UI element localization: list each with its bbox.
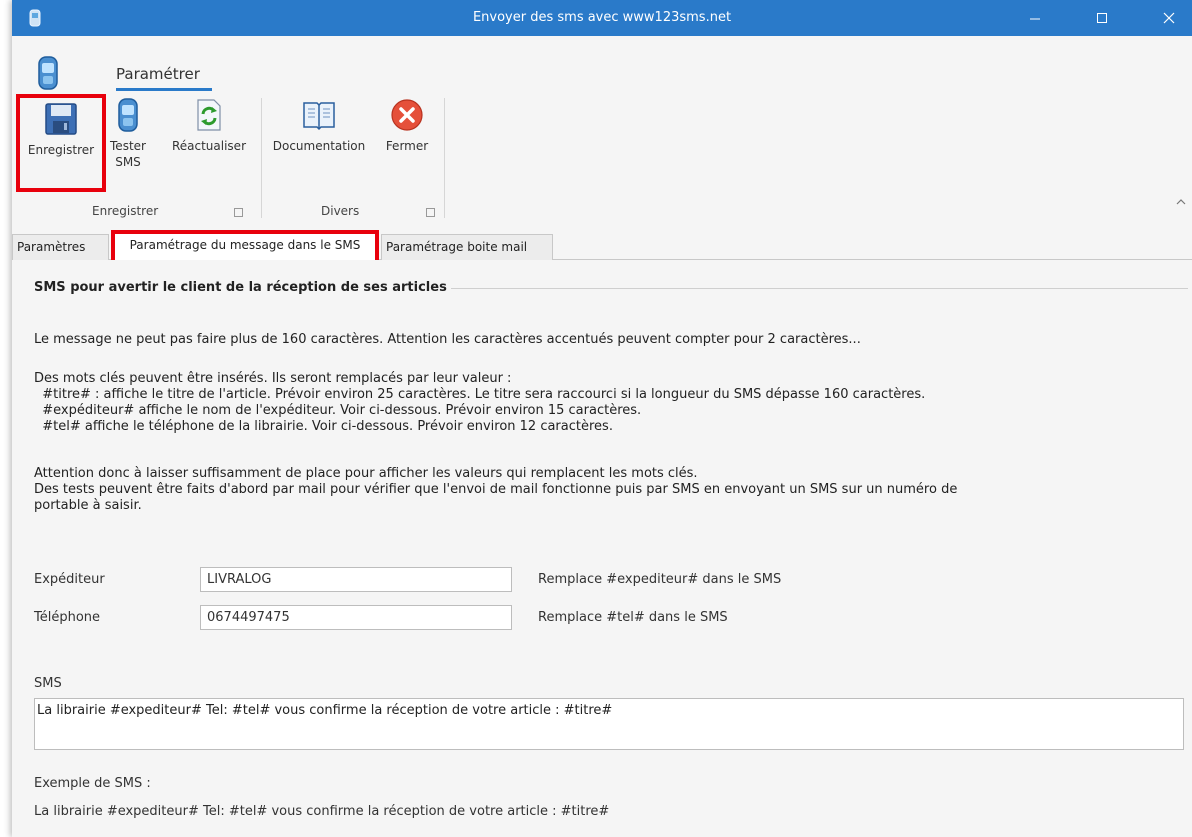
close-icon: [1163, 12, 1175, 24]
floppy-disk-icon: [45, 103, 77, 135]
ribbon: Paramétrer Enregistrer Tester SMS Réactu…: [12, 36, 1192, 226]
mobile-phone-icon: [118, 98, 138, 132]
tab-parametres[interactable]: Paramètres: [12, 234, 109, 260]
tab-mail-settings[interactable]: Paramétrage boite mail: [381, 234, 553, 260]
minimize-icon: [1030, 18, 1040, 20]
settings-tabs: Paramètres Paramétrage du message dans l…: [12, 226, 1192, 260]
documentation-button[interactable]: Documentation: [267, 98, 371, 154]
tab-content: SMS pour avertir le client de la récepti…: [12, 260, 1192, 837]
ribbon-tab-underline: [116, 88, 212, 91]
close-window-button[interactable]: [1146, 0, 1192, 36]
book-icon: [303, 102, 335, 131]
maximize-button[interactable]: [1079, 0, 1125, 36]
example-text: La librairie #expediteur# Tel: #tel# vou…: [34, 804, 610, 819]
tab-message-sms[interactable]: Paramétrage du message dans le SMS: [111, 230, 379, 260]
phone-note: Remplace #tel# dans le SMS: [538, 610, 728, 625]
chevron-up-icon[interactable]: [1175, 196, 1187, 208]
ribbon-group-separator: [261, 98, 262, 218]
sender-input[interactable]: [200, 567, 512, 592]
application-menu-icon[interactable]: [36, 56, 60, 90]
test-sms-label-line1: Tester: [110, 139, 146, 153]
group-label-divers: Divers: [321, 204, 360, 218]
sms-textarea[interactable]: La librairie #expediteur# Tel: #tel# vou…: [34, 698, 1184, 750]
intro-text: Le message ne peut pas faire plus de 160…: [34, 332, 861, 347]
save-button-label: Enregistrer: [27, 143, 95, 157]
keywords-line: Des mots clés peuvent être insérés. Ils …: [34, 371, 512, 386]
phone-input[interactable]: [200, 605, 512, 630]
minimize-button[interactable]: [1012, 0, 1058, 36]
test-sms-button[interactable]: Tester SMS: [108, 98, 148, 170]
keywords-line: #tel# affiche le téléphone de la librair…: [34, 419, 613, 434]
warning-line: Des tests peuvent être faits d'abord par…: [34, 482, 958, 497]
keywords-line: #titre# : affiche le titre de l'article.…: [34, 387, 926, 402]
sms-label: SMS: [34, 676, 62, 691]
example-label: Exemple de SMS :: [34, 776, 151, 791]
refresh-button-label: Réactualiser: [171, 139, 247, 153]
fermer-button[interactable]: Fermer: [377, 98, 437, 154]
phone-label: Téléphone: [34, 610, 101, 625]
ribbon-tab-parametrer[interactable]: Paramétrer: [116, 65, 200, 83]
ribbon-group-separator: [444, 98, 445, 218]
refresh-button[interactable]: Réactualiser: [164, 98, 254, 154]
fermer-button-label: Fermer: [385, 139, 429, 153]
keywords-line: #expéditeur# affiche le nom de l'expédit…: [34, 403, 642, 418]
save-button[interactable]: Enregistrer: [16, 94, 106, 192]
group-launcher-icon[interactable]: [426, 208, 435, 217]
warning-line: Attention donc à laisser suffisamment de…: [34, 466, 698, 481]
section-title: SMS pour avertir le client de la récepti…: [34, 280, 451, 295]
documentation-button-label: Documentation: [272, 139, 366, 153]
main-window: Envoyer des sms avec www123sms.net Param…: [12, 0, 1192, 837]
test-sms-label-line2: SMS: [115, 155, 141, 169]
maximize-icon: [1097, 13, 1107, 23]
group-label-enregistrer: Enregistrer: [92, 204, 159, 218]
group-launcher-icon[interactable]: [234, 208, 243, 217]
title-bar: Envoyer des sms avec www123sms.net: [12, 0, 1192, 36]
close-circle-icon: [391, 99, 423, 131]
sender-label: Expéditeur: [34, 572, 105, 587]
sender-note: Remplace #expediteur# dans le SMS: [538, 572, 782, 587]
warning-line: portable à saisir.: [34, 498, 142, 513]
refresh-document-icon: [197, 99, 221, 131]
